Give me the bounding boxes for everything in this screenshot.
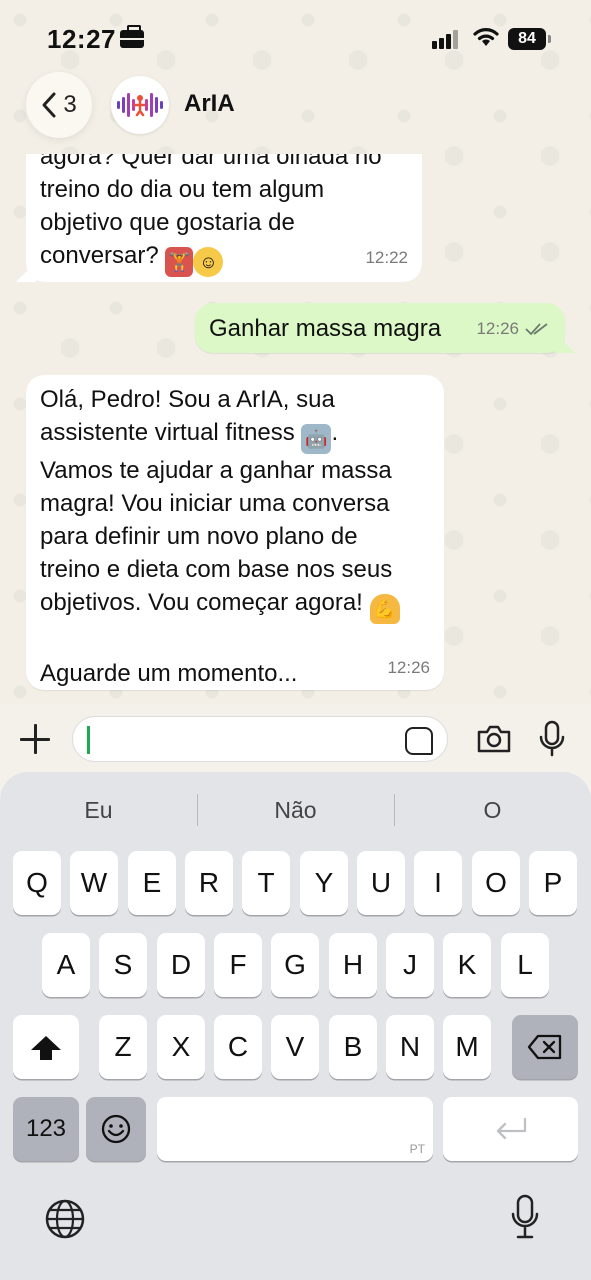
message-outgoing[interactable]: Ganhar massa magra 12:26 <box>195 303 565 353</box>
chevron-left-icon <box>42 92 56 118</box>
robot-emoji-icon: 🤖 <box>301 424 332 454</box>
key-p[interactable]: P <box>529 851 577 915</box>
back-button[interactable]: 3 <box>26 72 92 138</box>
wifi-icon <box>473 28 499 46</box>
key-i[interactable]: I <box>414 851 462 915</box>
cellular-signal-icon <box>432 29 462 49</box>
key-f[interactable]: F <box>214 933 262 997</box>
key-l[interactable]: L <box>501 933 549 997</box>
message-time: 12:26 <box>387 658 430 677</box>
weightlifter-emoji-icon: 🏋 <box>165 247 194 277</box>
key-a[interactable]: A <box>42 933 90 997</box>
return-key[interactable] <box>443 1097 578 1161</box>
return-arrow-icon <box>496 1117 526 1140</box>
keyboard: Eu Não O Q W E R T Y U I O P A S D F G H… <box>0 772 591 1280</box>
emoji-face-icon <box>101 1114 131 1144</box>
flexed-biceps-emoji-icon: 💪 <box>369 594 400 624</box>
aria-logo-icon <box>117 93 163 117</box>
suggestion-item[interactable]: Eu <box>0 790 197 830</box>
key-h[interactable]: H <box>329 933 377 997</box>
key-u[interactable]: U <box>357 851 405 915</box>
message-incoming[interactable]: Olá, Pedro! Sou a ArIA, sua assistente vi… <box>26 375 444 690</box>
key-q[interactable]: Q <box>13 851 61 915</box>
backspace-key[interactable] <box>512 1015 578 1079</box>
text-caret <box>87 726 90 754</box>
shift-key[interactable] <box>13 1015 79 1079</box>
key-c[interactable]: C <box>214 1015 262 1079</box>
sticker-icon[interactable] <box>405 727 433 755</box>
key-j[interactable]: J <box>386 933 434 997</box>
microphone-icon[interactable] <box>538 720 566 758</box>
key-g[interactable]: G <box>271 933 319 997</box>
contact-name[interactable]: ArIA <box>184 90 235 118</box>
key-w[interactable]: W <box>70 851 118 915</box>
key-x[interactable]: X <box>157 1015 205 1079</box>
dictation-microphone-icon[interactable] <box>510 1194 540 1240</box>
key-o[interactable]: O <box>472 851 520 915</box>
suggestion-bar: Eu Não O <box>0 790 591 830</box>
unread-count: 3 <box>63 91 77 118</box>
message-time: 12:26 <box>476 319 519 338</box>
battery-indicator: 84 <box>508 28 551 50</box>
key-k[interactable]: K <box>443 933 491 997</box>
key-y[interactable]: Y <box>300 851 348 915</box>
suggestion-item[interactable]: Não <box>197 790 394 830</box>
status-time: 12:27 <box>47 24 116 54</box>
key-n[interactable]: N <box>386 1015 434 1079</box>
key-m[interactable]: M <box>443 1015 491 1079</box>
key-v[interactable]: V <box>271 1015 319 1079</box>
globe-icon[interactable] <box>44 1198 86 1240</box>
smiling-face-emoji-icon: ☺ <box>193 247 224 277</box>
emoji-key[interactable] <box>86 1097 146 1161</box>
key-b[interactable]: B <box>329 1015 377 1079</box>
briefcase-icon <box>120 25 144 48</box>
space-language-label: PT <box>409 1142 425 1156</box>
numbers-key[interactable]: 123 <box>13 1097 79 1161</box>
key-t[interactable]: T <box>242 851 290 915</box>
key-s[interactable]: S <box>99 933 147 997</box>
composer-bar <box>0 704 591 776</box>
message-text: Olá, Pedro! Sou a ArIA, sua assistente vi… <box>40 383 432 690</box>
backspace-icon <box>527 1034 562 1060</box>
space-key[interactable]: PT <box>157 1097 433 1161</box>
key-d[interactable]: D <box>157 933 205 997</box>
shift-arrow-icon <box>31 1036 61 1060</box>
status-bar: 12:27 84 <box>0 0 591 76</box>
contact-avatar[interactable] <box>111 76 169 134</box>
key-e[interactable]: E <box>128 851 176 915</box>
message-time: 12:22 <box>365 248 408 267</box>
message-text: agora? Quer dar uma olhada no treino do … <box>40 154 408 277</box>
key-z[interactable]: Z <box>99 1015 147 1079</box>
key-r[interactable]: R <box>185 851 233 915</box>
suggestion-item[interactable]: O <box>394 790 591 830</box>
plus-icon[interactable] <box>18 722 52 756</box>
double-check-read-icon <box>525 322 548 335</box>
message-input[interactable] <box>72 716 448 762</box>
camera-icon[interactable] <box>476 724 512 754</box>
